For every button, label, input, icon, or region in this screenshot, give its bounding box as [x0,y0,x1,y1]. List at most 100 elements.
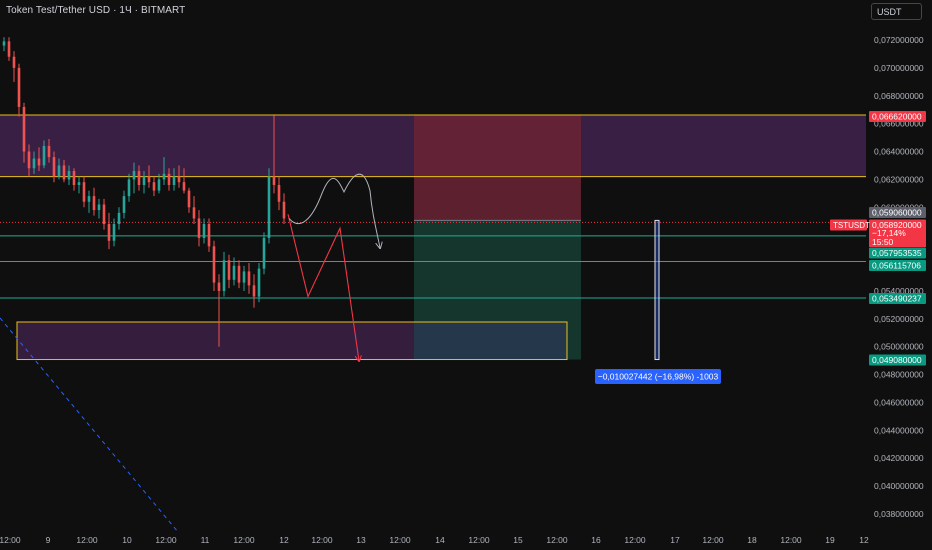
time-tick-label: 12:00 [780,535,802,545]
candle-countdown: 15:50 [872,237,894,247]
candle[interactable] [247,263,251,294]
candle-body [282,201,286,219]
candle-body [82,182,86,202]
price-axis-tag: 0,066620000 [869,111,926,122]
candle-body [102,204,106,225]
candle-body [177,176,181,183]
price-axis-tag: 0,057953535 [869,247,926,259]
candle[interactable] [102,198,106,230]
time-tick-label: 12:00 [389,535,411,545]
candle-body [202,224,206,238]
candle-body [127,179,131,197]
candle[interactable] [267,168,271,244]
time-tick-label: 19 [825,535,835,545]
price-tick-label: 0,050000000 [874,342,924,352]
candle[interactable] [277,176,281,211]
candle[interactable] [252,274,256,308]
candle-body [122,196,126,213]
candle[interactable] [2,37,6,52]
candle-body [242,271,246,283]
candle[interactable] [87,190,91,213]
candle[interactable] [77,176,81,194]
candle[interactable] [127,173,131,202]
time-tick-label: 12 [279,535,289,545]
candle[interactable] [227,254,231,289]
support-zone-overlap [414,322,567,360]
last-price-details: −17,14%15:50 [869,228,926,247]
candle[interactable] [207,218,211,252]
candle-body [167,173,171,185]
candle-body [72,171,76,185]
candle-body [2,41,6,46]
candle[interactable] [117,207,121,230]
candle[interactable] [12,51,16,82]
candle-body [232,265,236,280]
time-axis: 12:00 9 12:00 10 12:00 11 12:00 12 12:00 13 12:00 1… [0,535,869,545]
candle[interactable] [282,193,286,225]
candle-body [187,190,191,208]
time-tick-label: 13 [356,535,366,545]
candle-body [27,151,31,169]
time-tick-label: 11 [201,535,210,545]
svg-text:−0,010027442 (−16,98%) -1003: −0,010027442 (−16,98%) -1003 [598,372,719,382]
candle[interactable] [97,198,101,219]
candle[interactable] [72,168,76,191]
candle[interactable] [262,232,266,275]
price-axis-tag: 0,056115706 [869,260,926,271]
candle[interactable] [122,190,126,219]
candle[interactable] [192,196,196,225]
time-tick-label: 15 [513,535,523,545]
time-tick-label: 12:00 [702,535,724,545]
candle[interactable] [7,37,11,61]
measure-label: −0,010027442 (−16,98%) -1003 [595,369,721,384]
price-tick-label: 0,070000000 [874,63,924,73]
candlestick-series [2,37,286,347]
candle-body [107,224,111,241]
candle-body [47,145,51,158]
candle-body [257,268,261,297]
time-tick-label: 16 [591,535,601,545]
price-axis-tag: 0,053490237 [869,293,926,304]
candle-body [277,184,281,202]
candle[interactable] [222,251,226,297]
candle[interactable] [212,240,216,291]
candle-body [147,176,151,183]
candle[interactable] [237,260,241,289]
candle[interactable] [92,187,96,216]
candle-body [192,207,196,219]
time-tick-label: 12:00 [76,535,98,545]
candle-body [22,106,26,152]
svg-text:0,066620000: 0,066620000 [872,112,922,122]
price-axis-tag: 0,049080000 [869,354,926,366]
candle[interactable] [82,176,86,208]
price-tick-label: 0,040000000 [874,481,924,491]
candle[interactable] [242,265,246,291]
svg-text:0,057953535: 0,057953535 [872,248,922,258]
candle-body [217,282,221,291]
candle-body [67,171,71,180]
candle-body [207,224,211,247]
projected-path-gray[interactable] [288,173,380,248]
price-tick-label: 0,072000000 [874,35,924,45]
short-stop-zone[interactable] [414,115,581,221]
candle[interactable] [107,212,111,250]
candle[interactable] [187,187,191,213]
price-tick-label: 0,048000000 [874,370,924,380]
candle[interactable] [152,176,156,197]
price-tick-label: 0,064000000 [874,147,924,157]
candle-body [237,265,241,283]
time-tick-label: 12:00 [233,535,255,545]
price-tick-label: 0,044000000 [874,425,924,435]
svg-text:0,059060000: 0,059060000 [872,208,922,218]
price-tick-label: 0,038000000 [874,509,924,519]
price-chart[interactable]: −0,010027442 (−16,98%) -1003 0,072000000… [0,0,932,550]
candle[interactable] [17,63,21,117]
svg-text:0,056115706: 0,056115706 [872,261,921,271]
svg-text:TSTUSDT: TSTUSDT [833,221,870,230]
candle[interactable] [197,210,201,247]
price-range-measure[interactable] [654,219,660,361]
time-tick-label: 9 [46,535,51,545]
candle[interactable] [257,263,261,303]
candle-body [272,176,276,185]
candle-body [182,182,186,191]
